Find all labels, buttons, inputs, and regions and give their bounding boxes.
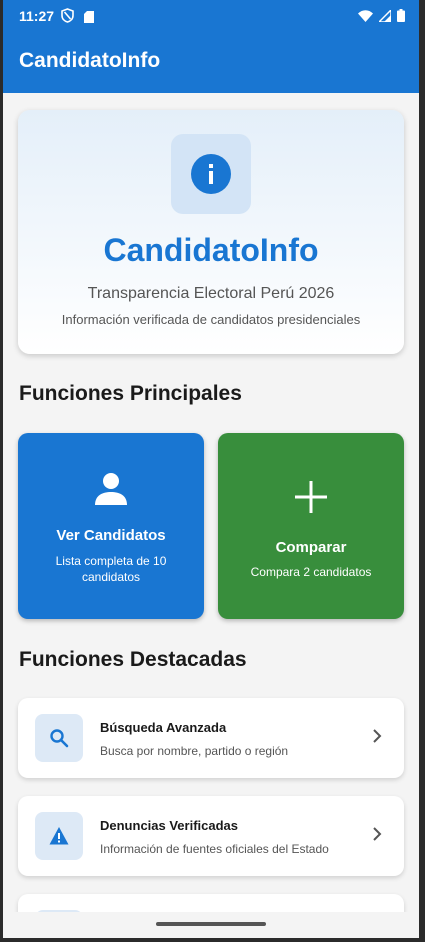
tile-subtitle: Compara 2 candidatos: [250, 565, 372, 579]
featured-title: Funciones Destacadas: [19, 648, 247, 671]
warning-icon-box: [35, 812, 83, 860]
card-denuncias-verificadas[interactable]: Denuncias Verificadas Información de fue…: [18, 796, 404, 876]
tile-ver-candidatos[interactable]: Ver Candidatos Lista completa de 10 cand…: [18, 433, 204, 619]
warning-icon: [49, 827, 69, 845]
hero-subtitle: Transparencia Electoral Perú 2026: [87, 285, 335, 302]
card-title: Denuncias Verificadas: [100, 818, 239, 833]
search-icon-box: [35, 714, 83, 762]
battery-icon: [397, 9, 405, 22]
chevron-right-icon: [373, 827, 382, 841]
tile-title: Ver Candidatos: [56, 527, 166, 544]
status-icons: [358, 9, 405, 22]
card-subtitle: Información de fuentes oficiales del Est…: [100, 842, 329, 856]
main-functions-title: Funciones Principales: [19, 382, 242, 405]
tile-comparar[interactable]: Comparar Compara 2 candidatos: [218, 433, 404, 619]
app-title: CandidatoInfo: [19, 49, 161, 72]
card-busqueda-avanzada[interactable]: Búsqueda Avanzada Busca por nombre, part…: [18, 698, 404, 778]
signal-icon: [379, 9, 391, 22]
shield-icon: [61, 8, 74, 26]
wifi-icon: [358, 9, 373, 22]
person-icon: [95, 473, 127, 505]
info-icon-box: [171, 134, 251, 214]
tile-title: Comparar: [275, 539, 347, 556]
tile-subtitle: Lista completa de 10 candidatos: [55, 554, 167, 584]
status-bar: 11:27: [3, 0, 419, 32]
navigation-bar: [3, 912, 419, 938]
plus-icon: [295, 481, 327, 513]
hero-description: Información verificada de candidatos pre…: [61, 312, 361, 327]
status-time: 11:27: [19, 8, 55, 24]
phone-screen: 11:27 CandidatoInfo CandidatoInfo Transp…: [3, 0, 419, 938]
home-gesture-handle[interactable]: [156, 922, 266, 926]
info-icon: [191, 154, 231, 194]
card-subtitle: Busca por nombre, partido o región: [100, 744, 289, 758]
hero-card: CandidatoInfo Transparencia Electoral Pe…: [18, 110, 404, 354]
app-bar: CandidatoInfo: [3, 32, 419, 93]
sd-card-icon: [84, 10, 94, 26]
card-title: Búsqueda Avanzada: [100, 720, 227, 735]
search-icon: [50, 729, 69, 748]
hero-title: CandidatoInfo: [103, 232, 319, 268]
chevron-right-icon: [373, 729, 382, 743]
